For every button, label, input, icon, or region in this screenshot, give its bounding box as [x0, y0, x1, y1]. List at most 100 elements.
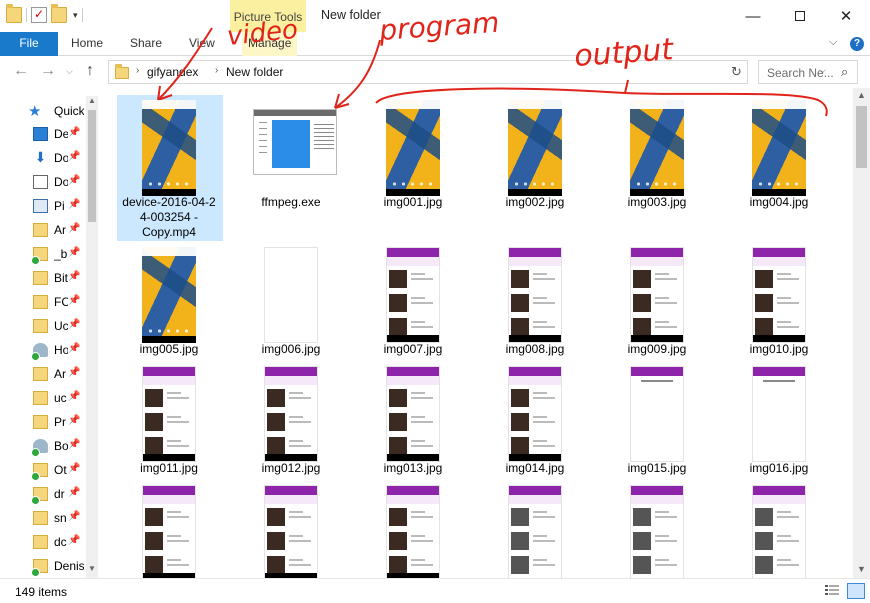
maximize-button[interactable] — [777, 0, 823, 32]
nav-item-folder[interactable]: Ar 📌 — [0, 219, 84, 241]
scroll-down-icon[interactable]: ▼ — [88, 564, 96, 573]
nav-label: Quick a — [54, 104, 84, 118]
pin-icon[interactable]: 📌 — [68, 247, 80, 258]
breadcrumb-chevron-icon[interactable]: › — [136, 65, 139, 76]
nav-item-folder[interactable]: Ot 📌 — [0, 459, 84, 481]
refresh-icon[interactable]: ↻ — [731, 64, 742, 80]
pin-icon[interactable]: 📌 — [68, 151, 80, 162]
file-name-label: Copy.mp4 — [142, 225, 196, 239]
pin-icon[interactable]: 📌 — [68, 415, 80, 426]
nav-item-folder[interactable]: Uc 📌 — [0, 315, 84, 337]
nav-item-desktop[interactable]: De 📌 — [0, 123, 84, 145]
sync-check-icon — [31, 472, 40, 481]
file-name-label: img011.jpg — [140, 461, 198, 475]
nav-label: Do — [54, 151, 68, 165]
nav-item-folder[interactable]: _b 📌 — [0, 243, 84, 265]
details-view-icon[interactable] — [824, 584, 840, 598]
nav-item-folder[interactable]: FC 📌 — [0, 291, 84, 313]
nav-quick-access[interactable]: ★ Quick a — [0, 100, 84, 122]
help-icon[interactable]: ? — [850, 37, 864, 51]
expand-ribbon-button[interactable]: ⌵ — [829, 36, 837, 49]
pin-icon[interactable]: 📌 — [68, 295, 80, 306]
scroll-up-icon[interactable]: ▲ — [857, 90, 866, 100]
chevron-down-icon[interactable]: ▾ — [73, 10, 78, 21]
nav-scrollbar[interactable]: ▲ ▼ — [86, 96, 98, 578]
checklist-icon[interactable]: ✓ — [31, 7, 47, 23]
pin-icon[interactable]: 📌 — [68, 439, 80, 450]
nav-item-homegroup[interactable]: Ho 📌 — [0, 339, 84, 361]
nav-item-people[interactable]: Bo 📌 — [0, 435, 84, 457]
file-name-label: ffmpeg.exe — [261, 195, 321, 209]
forward-arrow-icon[interactable]: → — [40, 62, 56, 80]
search-input[interactable]: Search Ne... ⌕ — [758, 60, 858, 84]
nav-item-folder[interactable]: uc 📌 — [0, 387, 84, 409]
pin-icon[interactable]: 📌 — [68, 343, 80, 354]
pin-icon[interactable]: 📌 — [68, 127, 80, 138]
nav-label: Ot — [54, 463, 67, 477]
file-thumbnail — [386, 485, 440, 578]
tab-share[interactable]: Share — [130, 32, 162, 56]
sync-check-icon — [31, 496, 40, 505]
nav-item-folder[interactable]: sn 📌 — [0, 507, 84, 529]
nav-scroll-thumb[interactable] — [88, 110, 96, 222]
folder-icon — [33, 319, 48, 333]
minimize-icon: — — [745, 7, 761, 25]
folder-icon — [33, 511, 48, 525]
pin-icon[interactable]: 📌 — [68, 391, 80, 402]
address-bar[interactable]: › gifyandex › New folder ⌵ — [108, 60, 826, 84]
content-scrollbar[interactable]: ▲ ▼ — [853, 88, 870, 578]
sync-check-icon — [31, 256, 40, 265]
nav-item-folder[interactable]: Denis — [0, 555, 84, 577]
file-name-label: img014.jpg — [505, 461, 565, 475]
pin-icon[interactable]: 📌 — [68, 367, 80, 378]
pin-icon[interactable]: 📌 — [68, 535, 80, 546]
pin-icon[interactable]: 📌 — [68, 175, 80, 186]
content-scroll-thumb[interactable] — [856, 106, 867, 168]
file-name-label: img012.jpg — [261, 461, 321, 475]
nav-item-folder[interactable]: Ar 📌 — [0, 363, 84, 385]
file-thumbnail — [752, 366, 806, 462]
folder-icon[interactable] — [6, 4, 22, 23]
nav-item-folder[interactable]: dr 📌 — [0, 483, 84, 505]
nav-item-folder[interactable]: Bit 📌 — [0, 267, 84, 289]
nav-item-folder[interactable]: Pr 📌 — [0, 411, 84, 433]
pin-icon[interactable]: 📌 — [68, 199, 80, 210]
nav-label: Bit — [54, 271, 68, 285]
close-button[interactable]: ✕ — [823, 0, 869, 32]
tab-file[interactable]: File — [0, 32, 58, 56]
minimize-button[interactable]: — — [730, 0, 776, 32]
nav-item-downloads[interactable]: ⬇ Do 📌 — [0, 147, 84, 169]
maximize-icon — [795, 11, 805, 21]
file-thumbnail — [630, 247, 684, 343]
pin-icon[interactable]: 📌 — [68, 511, 80, 522]
breadcrumb-new-folder[interactable]: New folder — [226, 65, 283, 79]
pin-icon[interactable]: 📌 — [68, 463, 80, 474]
large-icons-view-icon[interactable] — [847, 583, 865, 599]
back-arrow-icon[interactable]: ← — [13, 62, 29, 80]
pin-icon[interactable]: 📌 — [68, 319, 80, 330]
file-thumbnail — [142, 485, 196, 578]
tab-manage[interactable]: Manage — [242, 32, 298, 56]
breadcrumb-chevron-icon[interactable]: › — [215, 65, 218, 76]
document-icon — [33, 175, 48, 189]
nav-item-documents[interactable]: Do 📌 — [0, 171, 84, 193]
tab-home[interactable]: Home — [71, 32, 103, 56]
pin-icon[interactable]: 📌 — [68, 271, 80, 282]
pin-icon[interactable]: 📌 — [68, 487, 80, 498]
scroll-down-icon[interactable]: ▼ — [857, 564, 866, 574]
sync-check-icon — [31, 448, 40, 457]
nav-label: De — [54, 127, 68, 141]
up-arrow-icon[interactable]: ↑ — [86, 62, 94, 80]
folder-icon — [115, 64, 129, 79]
file-name-label: img007.jpg — [383, 342, 443, 356]
breadcrumb-gifyandex[interactable]: gifyandex — [147, 65, 198, 79]
tab-view[interactable]: View — [189, 32, 215, 56]
scroll-up-icon[interactable]: ▲ — [88, 96, 96, 105]
nav-item-folder[interactable]: dc 📌 — [0, 531, 84, 553]
search-placeholder: Search Ne... — [767, 66, 834, 80]
new-folder-icon[interactable] — [51, 4, 67, 23]
nav-label: Ar — [54, 223, 66, 237]
recent-locations-chevron-icon[interactable]: ⌵ — [66, 66, 73, 77]
nav-item-pictures[interactable]: Pi 📌 — [0, 195, 84, 217]
pin-icon[interactable]: 📌 — [68, 223, 80, 234]
